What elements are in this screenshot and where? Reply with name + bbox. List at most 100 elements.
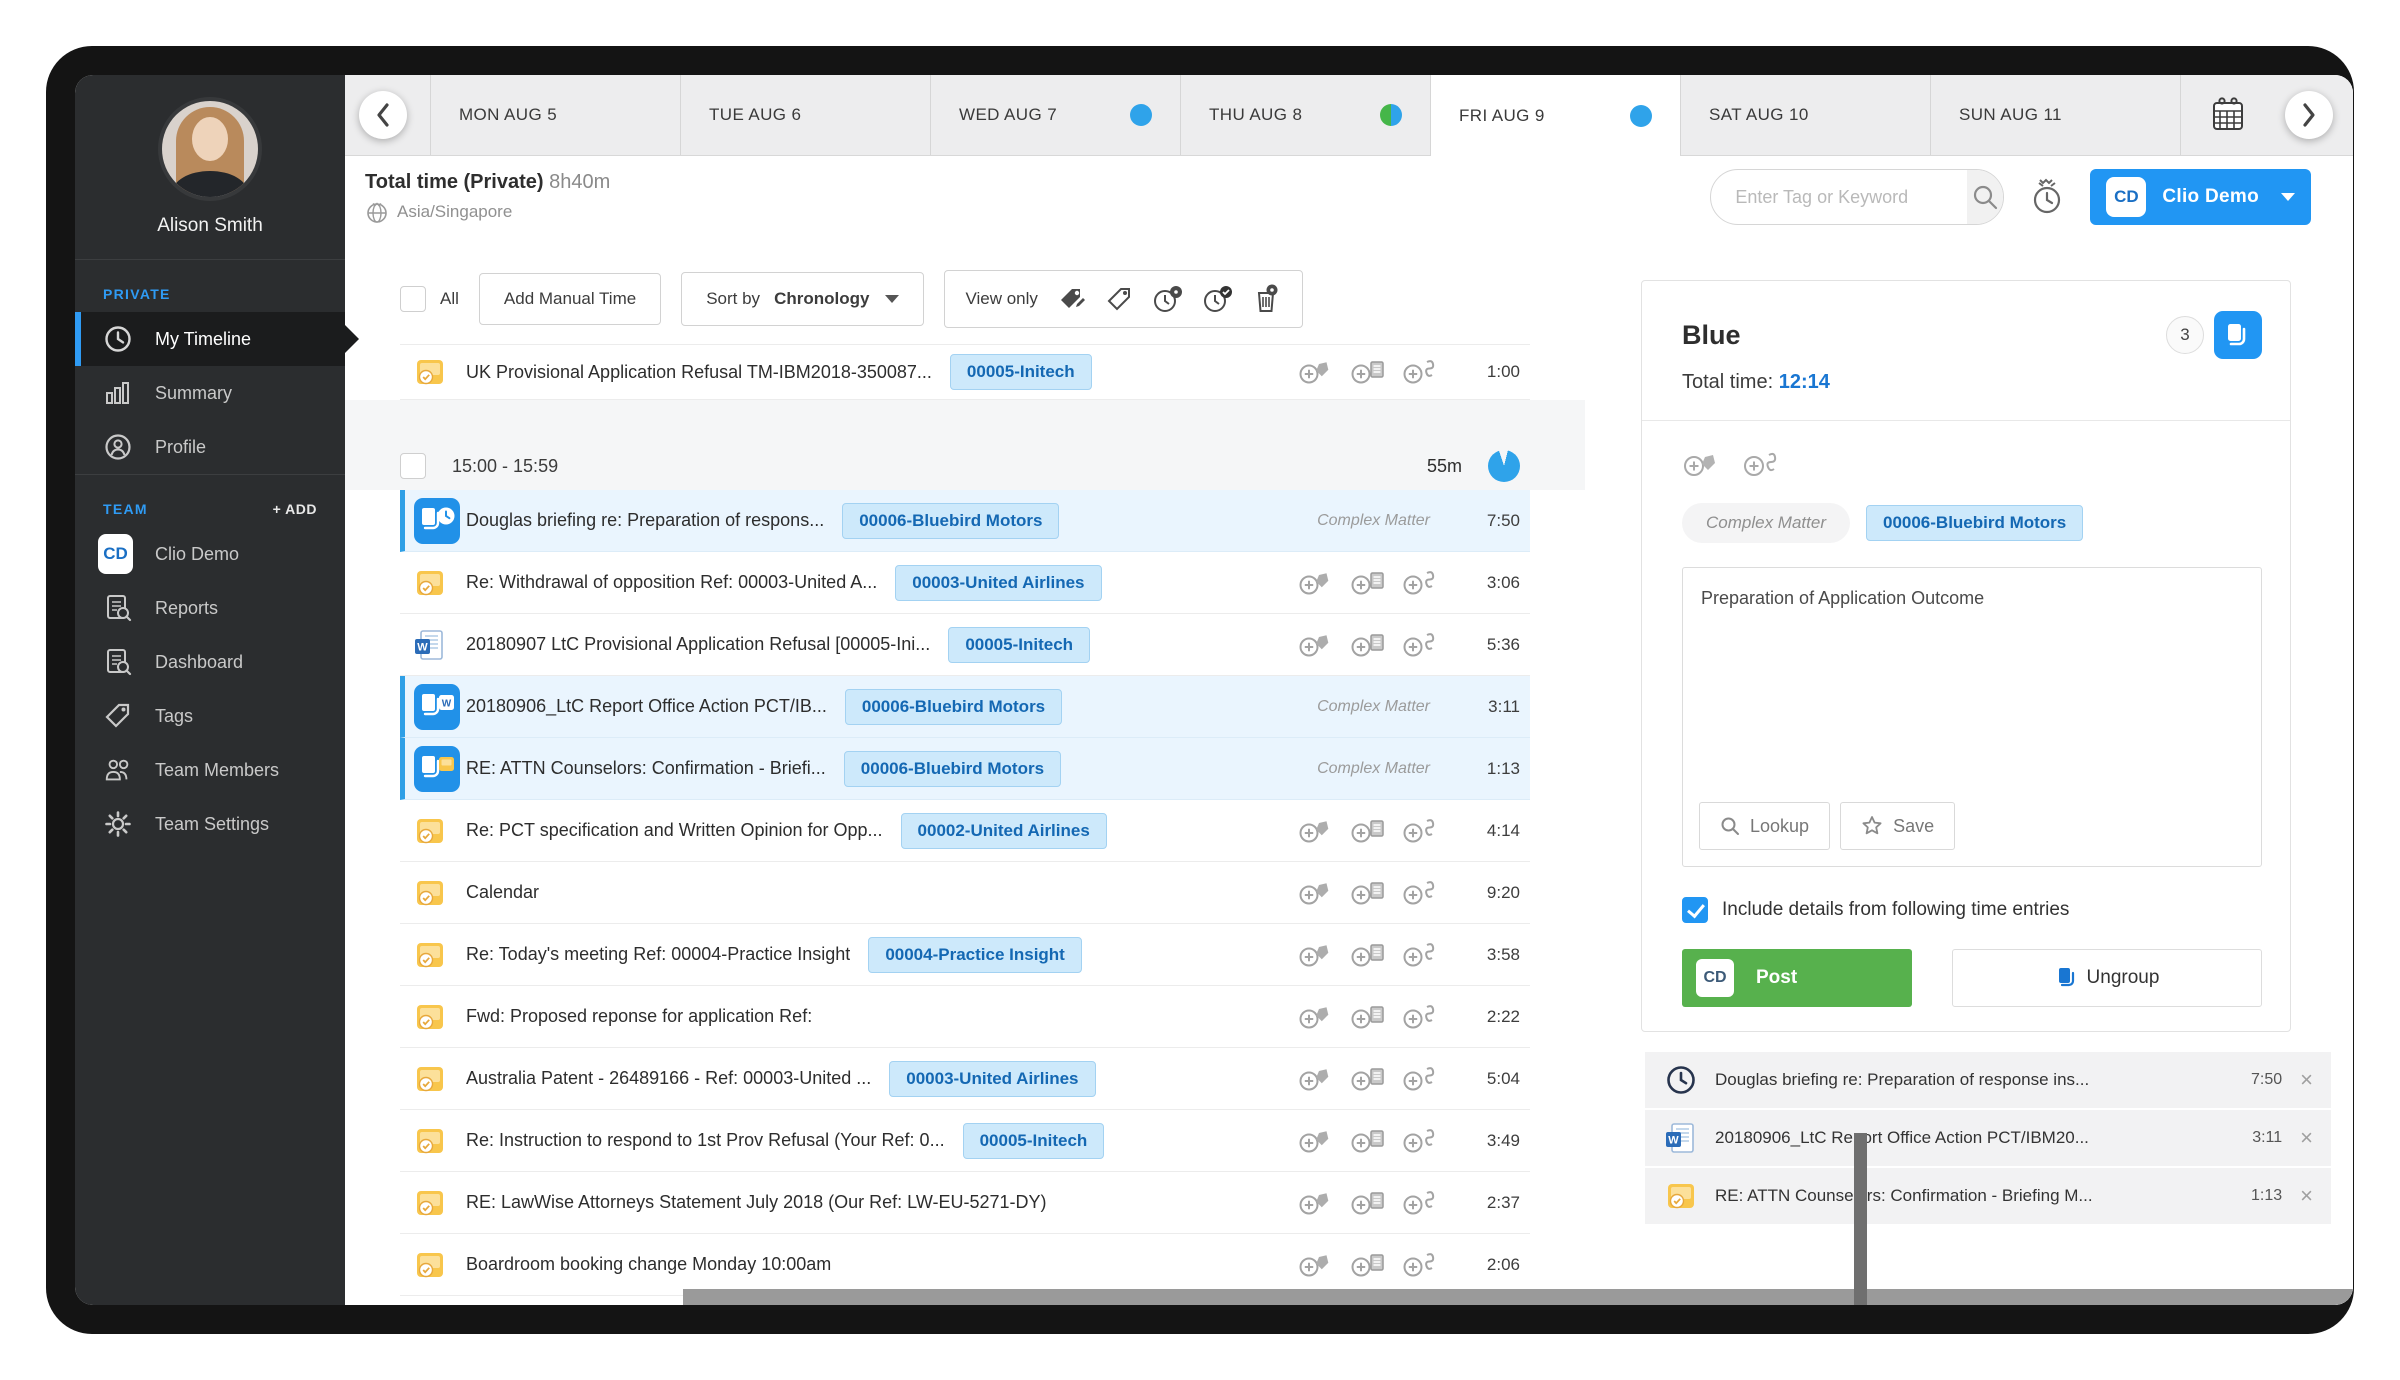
date-tab-fri-aug-9[interactable]: FRI AUG 9 (1430, 75, 1680, 156)
vertical-scrollbar[interactable] (1854, 1133, 1867, 1305)
sidebar-item-tags[interactable]: Tags (75, 689, 345, 743)
note-textarea[interactable]: Preparation of Application Outcome Looku… (1682, 567, 2262, 867)
filter-trash-icon[interactable] (1252, 283, 1282, 315)
sidebar-item-dashboard[interactable]: Dashboard (75, 635, 345, 689)
add-tag-icon[interactable] (1298, 1189, 1336, 1217)
timeline-row[interactable]: Re: Today's meeting Ref: 00004-Practice … (400, 924, 1530, 986)
group-checkbox[interactable] (400, 453, 426, 479)
add-document-icon[interactable] (1350, 1065, 1388, 1093)
add-tag-icon[interactable] (1298, 941, 1336, 969)
post-button[interactable]: CD Post (1682, 949, 1912, 1007)
bottom-scrollbar[interactable] (683, 1289, 2353, 1305)
matter-tag-pill[interactable]: 00005-Initech (950, 354, 1092, 390)
add-timer-icon[interactable] (1402, 1189, 1440, 1217)
add-document-icon[interactable] (1350, 817, 1388, 845)
sidebar-item-team-settings[interactable]: Team Settings (75, 797, 345, 851)
add-timer-icon[interactable] (1402, 569, 1440, 597)
matter-tag-pill[interactable]: 00006-Bluebird Motors (842, 503, 1059, 539)
timeline-row[interactable]: Australia Patent - 26489166 - Ref: 00003… (400, 1048, 1530, 1110)
add-tag-icon[interactable] (1298, 358, 1336, 386)
add-tag-icon[interactable] (1298, 1251, 1336, 1279)
timeline-row[interactable]: Re: Withdrawal of opposition Ref: 00003-… (400, 552, 1530, 614)
include-details-checkbox[interactable] (1682, 897, 1708, 923)
add-document-icon[interactable] (1350, 1003, 1388, 1031)
timer-button[interactable] (2028, 177, 2066, 217)
add-document-icon[interactable] (1350, 1251, 1388, 1279)
timeline-row[interactable]: Douglas briefing re: Preparation of resp… (400, 490, 1530, 552)
add-timer-icon[interactable] (1402, 1127, 1440, 1155)
date-tab-tue-aug-6[interactable]: TUE AUG 6 (680, 75, 930, 155)
add-timer-icon[interactable] (1402, 358, 1440, 386)
filter-clock-dot-icon[interactable] (1152, 284, 1184, 314)
add-tag-icon[interactable] (1298, 817, 1336, 845)
filter-clock-check-icon[interactable] (1202, 284, 1234, 314)
date-tab-mon-aug-5[interactable]: MON AUG 5 (430, 75, 680, 155)
sidebar-item-team-members[interactable]: Team Members (75, 743, 345, 797)
timeline-row[interactable]: Calendar9:20 (400, 862, 1530, 924)
matter-type-pill[interactable]: Complex Matter (1682, 503, 1850, 543)
filter-tag-filled-icon[interactable] (1056, 284, 1086, 314)
timeline-row[interactable]: RE: LawWise Attorneys Statement July 201… (400, 1172, 1530, 1234)
sidebar-item-profile[interactable]: Profile (75, 420, 345, 474)
search-input[interactable] (1711, 170, 1967, 224)
search-button[interactable] (1967, 170, 2003, 224)
matter-tag-pill[interactable]: 00003-United Airlines (889, 1061, 1095, 1097)
matter-tag-pill[interactable]: 00005-Initech (963, 1123, 1105, 1159)
remove-entry-icon[interactable]: × (2300, 1127, 2313, 1149)
sidebar-item-clio-demo[interactable]: CDClio Demo (75, 527, 345, 581)
add-timer-icon[interactable] (1742, 449, 1782, 479)
timeline-row[interactable]: Boardroom booking change Monday 10:00am2… (400, 1234, 1530, 1296)
lookup-button[interactable]: Lookup (1699, 802, 1830, 850)
add-tag-icon[interactable] (1298, 1127, 1336, 1155)
sidebar-item-my-timeline[interactable]: My Timeline (75, 312, 345, 366)
matter-tag-pill[interactable]: 00006-Bluebird Motors (845, 689, 1062, 725)
prev-week-button[interactable] (359, 91, 407, 139)
timeline-row[interactable]: Re: Instruction to respond to 1st Prov R… (400, 1110, 1530, 1172)
add-timer-icon[interactable] (1402, 1003, 1440, 1031)
matter-tag-pill[interactable]: 00004-Practice Insight (868, 937, 1082, 973)
add-timer-icon[interactable] (1402, 817, 1440, 845)
add-tag-icon[interactable] (1298, 1065, 1336, 1093)
add-timer-icon[interactable] (1402, 1065, 1440, 1093)
remove-entry-icon[interactable]: × (2300, 1069, 2313, 1091)
add-tag-icon[interactable] (1298, 631, 1336, 659)
grouped-entry-row[interactable]: W20180906_LtC Report Office Action PCT/I… (1645, 1110, 2331, 1168)
ungroup-button[interactable]: Ungroup (1952, 949, 2262, 1007)
add-document-icon[interactable] (1350, 1189, 1388, 1217)
save-button[interactable]: Save (1840, 802, 1955, 850)
add-team-button[interactable]: + ADD (273, 501, 317, 517)
timeline-row[interactable]: UK Provisional Application Refusal TM-IB… (400, 344, 1530, 400)
matter-tag-pill[interactable]: 00006-Bluebird Motors (844, 751, 1061, 787)
timeline-row[interactable]: Re: PCT specification and Written Opinio… (400, 800, 1530, 862)
next-week-button[interactable] (2285, 91, 2333, 139)
add-document-icon[interactable] (1350, 1127, 1388, 1155)
date-tab-sat-aug-10[interactable]: SAT AUG 10 (1680, 75, 1930, 155)
add-tag-icon[interactable] (1682, 449, 1722, 479)
avatar[interactable] (162, 101, 258, 197)
account-menu-button[interactable]: CD Clio Demo (2090, 169, 2311, 225)
add-tag-icon[interactable] (1298, 1003, 1336, 1031)
matter-tag-pill[interactable]: 00006-Bluebird Motors (1866, 505, 2083, 541)
select-all-checkbox[interactable] (400, 286, 426, 312)
timeline-row[interactable]: W20180906_LtC Report Office Action PCT/I… (400, 676, 1530, 738)
remove-entry-icon[interactable]: × (2300, 1185, 2313, 1207)
matter-tag-pill[interactable]: 00005-Initech (948, 627, 1090, 663)
add-tag-icon[interactable] (1298, 569, 1336, 597)
timeline-row[interactable]: Fwd: Proposed reponse for application Re… (400, 986, 1530, 1048)
group-copy-button[interactable] (2214, 311, 2262, 359)
date-tab-wed-aug-7[interactable]: WED AUG 7 (930, 75, 1180, 155)
calendar-picker-button[interactable] (2180, 75, 2275, 155)
add-timer-icon[interactable] (1402, 941, 1440, 969)
add-document-icon[interactable] (1350, 569, 1388, 597)
date-tab-thu-aug-8[interactable]: THU AUG 8 (1180, 75, 1430, 155)
grouped-entry-row[interactable]: Douglas briefing re: Preparation of resp… (1645, 1052, 2331, 1110)
add-document-icon[interactable] (1350, 941, 1388, 969)
sidebar-item-reports[interactable]: Reports (75, 581, 345, 635)
add-document-icon[interactable] (1350, 879, 1388, 907)
add-timer-icon[interactable] (1402, 631, 1440, 659)
timeline-row[interactable]: W20180907 LtC Provisional Application Re… (400, 614, 1530, 676)
matter-tag-pill[interactable]: 00002-United Airlines (901, 813, 1107, 849)
sort-dropdown[interactable]: Sort by Chronology (681, 272, 924, 326)
sidebar-item-summary[interactable]: Summary (75, 366, 345, 420)
add-document-icon[interactable] (1350, 358, 1388, 386)
